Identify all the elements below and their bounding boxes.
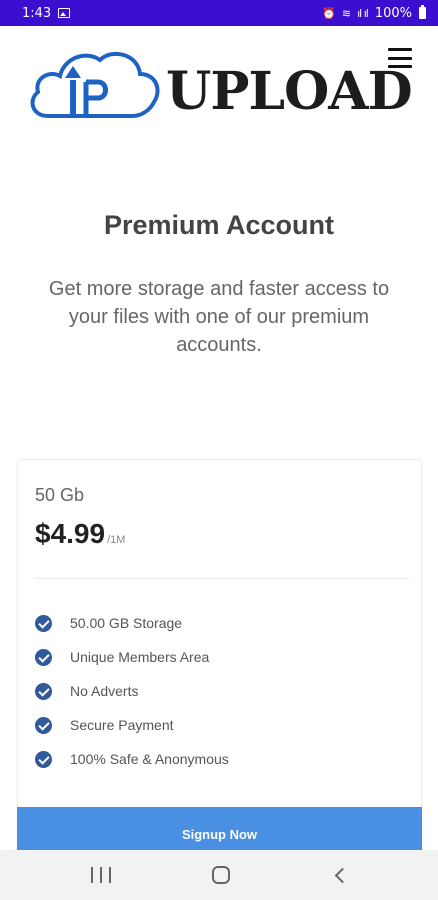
feature-label: No Adverts [70,683,139,699]
hamburger-icon [388,48,412,51]
logo-wordmark: UPLOAD [166,61,413,122]
pricing-card: 50 Gb $4.99 /1M 50.00 GB Storage Unique … [17,459,422,859]
check-circle-icon [35,614,52,632]
status-left: 1:43 [22,5,71,21]
plan-price: $4.99 /1M [35,518,125,550]
image-notification-icon [58,8,71,18]
feature-item: 100% Safe & Anonymous [35,742,229,776]
menu-button[interactable] [388,48,412,68]
logo[interactable]: UPLOAD [28,44,413,126]
battery-percent: 100% [374,5,412,21]
feature-item: Secure Payment [35,708,229,742]
home-icon[interactable] [211,866,230,884]
recent-apps-icon[interactable] [90,867,111,883]
check-circle-icon [35,716,52,734]
feature-item: 50.00 GB Storage [35,606,229,640]
feature-label: Unique Members Area [70,649,210,665]
header: UPLOAD [0,26,438,136]
system-nav-bar [0,850,438,900]
feature-label: 100% Safe & Anonymous [70,751,229,767]
feature-list: 50.00 GB Storage Unique Members Area No … [35,606,229,776]
page-title: Premium Account [103,210,335,240]
feature-label: Secure Payment [70,717,174,733]
alarm-icon: ⏰ [322,6,336,20]
check-circle-icon [35,750,52,768]
divider [35,578,409,579]
back-icon[interactable] [334,867,350,883]
check-circle-icon [35,682,52,700]
price-period: /1M [107,534,126,546]
status-right: ⏰ ≋ ıl ıl 100% [322,5,426,21]
plan-name: 50 Gb [35,485,85,505]
page-subtitle: Get more storage and faster access to yo… [48,278,390,356]
battery-icon [419,5,426,19]
feature-item: No Adverts [35,674,229,708]
signal-icon: ıl ıl [357,6,369,20]
status-bar: 1:43 ⏰ ≋ ıl ıl 100% [0,0,438,26]
cloud-logo-icon [30,51,160,118]
feature-item: Unique Members Area [35,640,229,674]
price-amount: $4.99 [35,518,106,549]
wifi-icon: ≋ [341,6,351,20]
check-circle-icon [35,648,52,666]
feature-label: 50.00 GB Storage [70,615,183,631]
status-time: 1:43 [22,5,52,21]
